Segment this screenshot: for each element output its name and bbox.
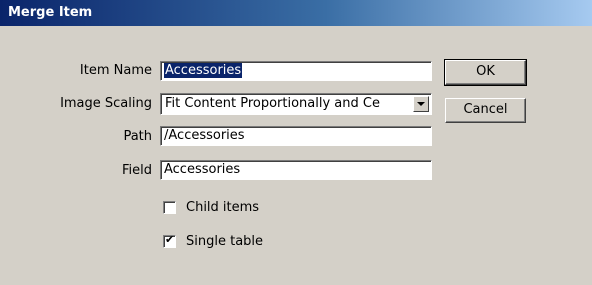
path-input[interactable]: /Accessories (160, 126, 432, 146)
title-bar[interactable]: Merge Item (0, 0, 592, 26)
merge-item-dialog: Merge Item Item Name Accessories Image S… (0, 0, 592, 285)
ok-button[interactable]: OK (444, 59, 527, 86)
dropdown-button[interactable] (413, 96, 429, 112)
image-scaling-value: Fit Content Proportionally and Ce (165, 96, 380, 111)
item-name-input[interactable]: Accessories (160, 61, 432, 81)
chevron-down-icon (417, 102, 425, 106)
single-table-checkbox[interactable]: ✔ (163, 233, 176, 248)
field-input[interactable]: Accessories (160, 160, 432, 180)
item-name-label: Item Name (79, 63, 152, 78)
single-table-label[interactable]: Single table (186, 232, 263, 252)
field-label: Field (121, 163, 152, 178)
item-name-value: Accessories (164, 63, 243, 78)
checkmark-icon: ✔ (165, 233, 175, 246)
path-label: Path (123, 129, 152, 144)
image-scaling-label: Image Scaling (60, 96, 152, 111)
child-items-checkbox[interactable] (163, 201, 176, 214)
dialog-title: Merge Item (8, 5, 93, 20)
child-items-label[interactable]: Child items (186, 198, 259, 218)
cancel-button[interactable]: Cancel (445, 98, 526, 123)
image-scaling-select[interactable]: Fit Content Proportionally and Ce (160, 93, 432, 115)
